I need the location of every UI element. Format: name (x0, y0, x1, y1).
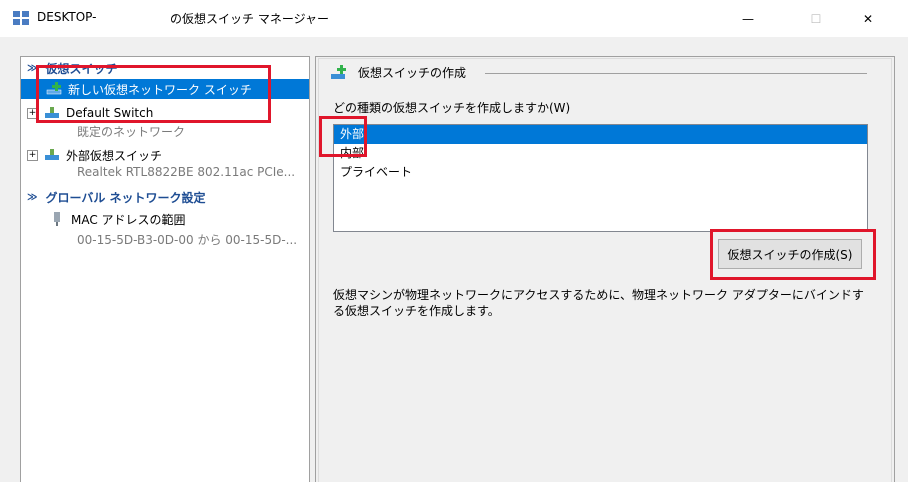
network-switch-icon (45, 149, 59, 160)
hyperv-switch-manager-icon (13, 11, 29, 25)
nav-item-mac-address-range[interactable]: MAC アドレスの範囲 (21, 209, 309, 229)
nav-item-label: MAC アドレスの範囲 (71, 212, 186, 227)
switch-type-list[interactable]: 外部 内部 プライベート (333, 124, 868, 232)
switch-type-private[interactable]: プライベート (334, 163, 867, 182)
switch-type-description: 仮想マシンが物理ネットワークにアクセスするために、物理ネットワーク アダプターに… (333, 288, 864, 318)
minimize-button[interactable]: — (725, 0, 771, 37)
highlight-box-create-button (710, 229, 876, 280)
nav-item-sublabel: Realtek RTL8822BE 802.11ac PCIe... (77, 165, 296, 179)
title-bar: DESKTOP- の仮想スイッチ マネージャー — ☐ ✕ (0, 0, 908, 37)
highlight-box-new-switch (36, 65, 271, 123)
nav-item-external-switch[interactable]: + 外部仮想スイッチ (21, 145, 309, 165)
switch-type-external[interactable]: 外部 (334, 125, 867, 144)
section-header-global-network[interactable]: ≫ グローバル ネットワーク設定 (21, 188, 206, 206)
title-divider (485, 73, 867, 74)
new-switch-icon (331, 64, 346, 79)
nav-item-sublabel: 既定のネットワーク (77, 125, 186, 139)
switch-type-internal[interactable]: 内部 (334, 144, 867, 163)
window-title: の仮想スイッチ マネージャー (170, 12, 329, 26)
nav-item-label: 外部仮想スイッチ (66, 148, 163, 163)
collapse-chevron-icon[interactable]: ≫ (27, 192, 37, 203)
window-title-host: DESKTOP- (37, 10, 97, 24)
switch-type-question: どの種類の仮想スイッチを作成しますか(W) (333, 101, 571, 115)
highlight-box-external (319, 116, 367, 157)
close-button[interactable]: ✕ (845, 0, 891, 37)
expand-icon[interactable]: + (27, 149, 38, 161)
maximize-button[interactable]: ☐ (793, 0, 839, 37)
mac-address-icon (54, 212, 60, 226)
details-title: 仮想スイッチの作成 (330, 64, 466, 81)
details-title-label: 仮想スイッチの作成 (358, 66, 467, 80)
section-label: グローバル ネットワーク設定 (45, 190, 206, 205)
nav-item-sublabel: 00-15-5D-B3-0D-00 から 00-15-5D-... (77, 233, 298, 247)
